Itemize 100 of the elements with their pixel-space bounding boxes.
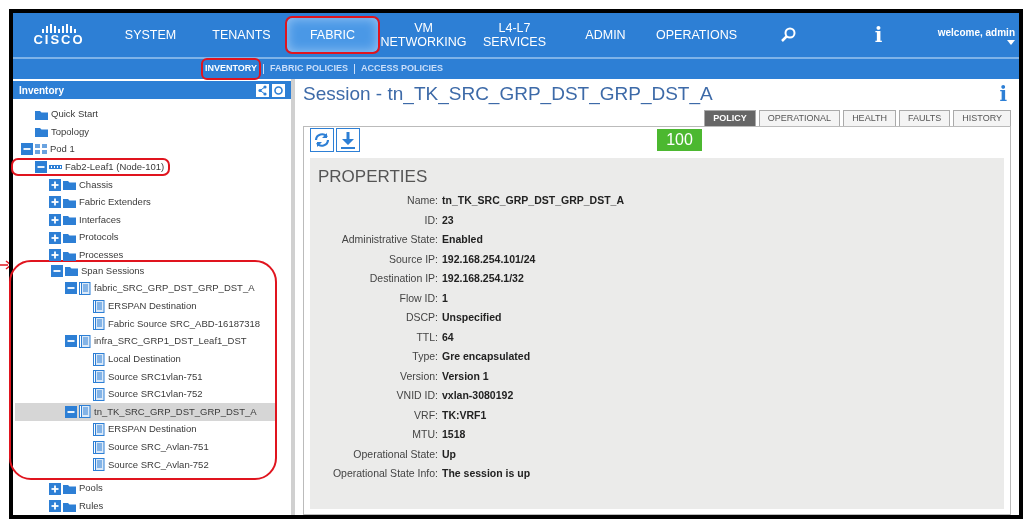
tree-item[interactable]: ERSPAN Destination [15,420,275,439]
document-icon [79,405,91,419]
folder-icon [35,126,48,138]
collapse-icon[interactable] [21,143,33,156]
refresh-icon[interactable] [310,127,334,152]
nav-tab[interactable]: ADMIN [560,18,651,52]
tree-item[interactable]: Processes [13,246,291,265]
field-label: Type: [411,349,439,365]
expand-icon[interactable] [49,178,61,191]
download-icon[interactable] [336,127,360,152]
user-menu[interactable]: welcome, admin [937,25,1015,40]
panel-title: Inventory [19,83,65,98]
collapse-icon[interactable] [65,335,77,348]
tree-item[interactable]: Rules [13,497,291,515]
expand-icon[interactable] [49,482,61,495]
tab[interactable]: HEALTH [843,110,896,126]
tab[interactable]: OPERATIONAL [758,110,841,126]
switch-icon [49,163,62,171]
page-title: Session - tn_TK_SRC_GRP_DST_GRP_DST_A [303,81,714,107]
tree-item[interactable]: Pools [13,479,291,498]
subnav-link[interactable]: INVENTORY [203,60,259,78]
collapse-icon[interactable] [51,264,63,277]
tree-item[interactable]: Fabric Extenders [13,193,291,212]
field-label: Name: [406,193,439,209]
tree-item[interactable]: Fabric Source SRC_ABD-16187318 [15,314,275,333]
nav-tab[interactable]: L4-L7 SERVICES [469,18,560,52]
field-label: ID: [423,212,439,228]
health-score: 100 [657,129,702,151]
tree-item[interactable]: Local Destination [15,350,275,368]
share-icon[interactable] [256,83,269,97]
field-label: TTL: [415,329,439,345]
collapse-icon[interactable] [65,405,77,418]
document-icon [93,352,105,366]
nav-tab[interactable]: OPERATIONS [651,18,742,52]
document-icon [93,423,105,437]
field-value: 1518 [442,427,466,443]
folder-icon [63,179,76,191]
tree-item[interactable]: Quick Start [13,105,291,123]
tab[interactable]: HISTORY [953,110,1011,126]
collapse-icon[interactable] [35,161,47,173]
expand-icon[interactable] [49,196,61,209]
tree-item[interactable]: Chassis [13,175,291,194]
document-icon [93,370,105,384]
field-label: Source IP: [387,251,439,267]
info-icon[interactable]: i [833,18,924,52]
tree-item[interactable]: tn_TK_SRC_GRP_DST_GRP_DST_A [15,403,275,421]
folder-icon [63,232,76,244]
tree-item[interactable]: Source SRC1vlan-752 [15,385,275,404]
tree-item[interactable]: Source SRC_Avlan-752 [15,456,275,474]
field-label: MTU: [411,427,439,443]
tree-item[interactable]: infra_SRC_GRP1_DST_Leaf1_DST [15,332,275,351]
tree-item[interactable]: Fab2-Leaf1 (Node-101) [13,158,291,176]
field-value: tn_TK_SRC_GRP_DST_GRP_DST_A [442,193,625,209]
tree-item[interactable]: ERSPAN Destination [15,297,275,315]
tree-item[interactable]: fabric_SRC_GRP_DST_GRP_DST_A [15,279,275,298]
document-icon [93,299,105,313]
expand-icon[interactable] [49,500,61,513]
tree-item[interactable]: Protocols [13,228,291,247]
field-value: 1 [442,290,448,306]
logo-text: CISCO [33,32,85,47]
field-label: VNID ID: [395,388,439,404]
field-label: Destination IP: [368,271,439,287]
collapse-icon[interactable] [65,282,77,295]
field-label: Operational State Info: [331,466,439,482]
grid-icon [35,144,47,155]
field-label: VRF: [413,407,439,423]
nav-tab[interactable]: SYSTEM [105,18,196,52]
nav-tab[interactable]: TENANTS [196,18,287,52]
search-icon [779,27,796,43]
document-icon [93,440,105,454]
document-icon [79,282,91,295]
field-value: vxlan-3080192 [442,388,514,404]
document-icon [93,387,105,401]
field-value: TK:VRF1 [442,407,487,423]
field-label: DSCP: [404,310,439,326]
info-icon[interactable]: i [999,79,1007,109]
tree-item[interactable]: Span Sessions [15,262,275,280]
field-label: Flow ID: [398,290,439,306]
tree-item[interactable]: Source SRC_Avlan-751 [15,438,275,457]
field-value: Version 1 [442,368,489,384]
expand-icon[interactable] [49,231,61,244]
tree-item[interactable]: Source SRC1vlan-751 [15,367,275,386]
field-value: 192.168.254.101/24 [442,251,536,267]
field-value: The session is up [442,466,531,482]
folder-icon [63,214,76,226]
folder-icon [65,265,78,277]
nav-tab[interactable]: VM NETWORKING [378,18,469,52]
refresh-icon[interactable] [272,83,285,97]
folder-icon [35,108,48,120]
tab[interactable]: FAULTS [898,110,951,126]
field-label: Version: [399,368,439,384]
expand-icon[interactable] [49,213,61,226]
tree-item[interactable]: Interfaces [13,211,291,229]
field-value: Gre encapsulated [442,349,531,365]
document-icon [79,334,91,348]
logo-bars-icon [41,23,77,33]
tree-item[interactable]: Topology [13,122,291,141]
expand-icon[interactable] [49,249,61,262]
tab[interactable]: POLICY [704,110,756,126]
tree-item[interactable]: Pod 1 [13,140,291,159]
